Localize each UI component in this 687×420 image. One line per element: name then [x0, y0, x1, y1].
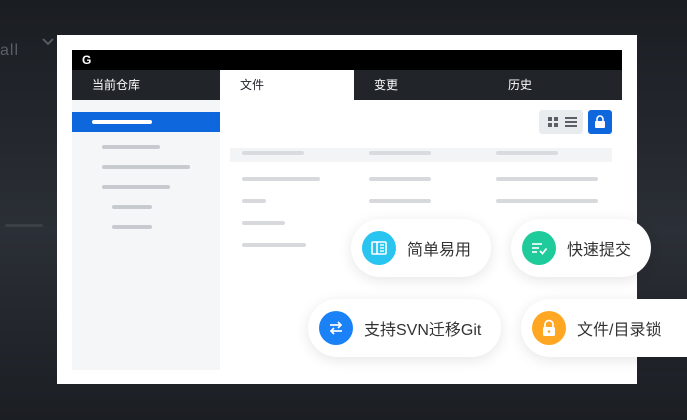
feature-label: 文件/目录锁 — [577, 322, 662, 339]
table-cell — [369, 177, 431, 181]
feature-easy-to-use: 简单易用 — [351, 219, 491, 277]
lock-button[interactable] — [588, 110, 612, 134]
feature-svn-migration: 支持SVN迁移Git — [308, 299, 501, 357]
app-logo: G — [82, 53, 92, 67]
list-view-icon[interactable] — [565, 116, 577, 128]
tab-bar: 当前仓库 文件 变更 历史 — [72, 70, 622, 100]
chevron-down-icon — [42, 38, 54, 46]
checklist-icon — [522, 231, 556, 265]
sidebar-item-placeholder[interactable] — [102, 165, 190, 169]
feature-label: 简单易用 — [407, 242, 472, 259]
background-dash — [5, 224, 43, 227]
tab-changes[interactable]: 变更 — [354, 70, 488, 100]
lock-icon — [595, 115, 605, 128]
table-cell — [369, 199, 431, 203]
table-header-cell — [369, 151, 431, 155]
tab-history[interactable]: 历史 — [488, 70, 622, 100]
background-faint-text: all — [0, 42, 20, 59]
tab-files[interactable]: 文件 — [220, 70, 354, 100]
grid-view-icon[interactable] — [547, 116, 559, 128]
feature-fast-commit: 快速提交 — [511, 219, 651, 277]
table-cell — [496, 199, 598, 203]
placeholder-line — [92, 120, 152, 124]
table-cell — [242, 221, 285, 225]
table-cell — [496, 177, 598, 181]
table-header-cell — [496, 151, 558, 155]
window-titlebar: G — [72, 50, 622, 70]
book-icon — [362, 231, 396, 265]
sidebar-item-placeholder[interactable] — [112, 205, 152, 209]
table-cell — [242, 177, 320, 181]
tab-current-repo[interactable]: 当前仓库 — [72, 70, 220, 100]
sidebar-item-selected[interactable] — [72, 112, 220, 132]
swap-icon — [319, 311, 353, 345]
table-cell — [242, 243, 306, 247]
sidebar-item-placeholder[interactable] — [112, 225, 152, 229]
feature-label: 支持SVN迁移Git — [364, 322, 482, 339]
sidebar-item-placeholder[interactable] — [102, 145, 160, 149]
file-tree-sidebar — [72, 100, 220, 370]
sidebar-item-placeholder[interactable] — [102, 185, 170, 189]
lock-icon — [532, 311, 566, 345]
table-header-cell — [242, 151, 304, 155]
feature-label: 快速提交 — [567, 242, 632, 259]
feature-file-lock: 文件/目录锁 — [521, 299, 687, 357]
view-toggle[interactable] — [539, 110, 583, 134]
table-cell — [242, 199, 266, 203]
